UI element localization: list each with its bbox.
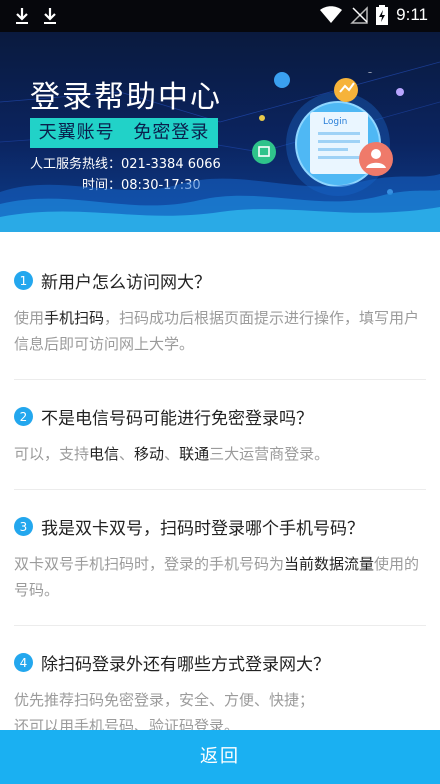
answer-text: 、 <box>119 445 135 463</box>
faq-question-text: 除扫码登录外还有哪些方式登录网大？ <box>41 655 330 675</box>
back-button[interactable]: 返回 <box>0 730 440 784</box>
highlight-text: 移动 <box>134 445 165 463</box>
download-icon <box>44 8 56 24</box>
answer-text: 三大运营商登录。 <box>209 445 330 463</box>
faq-number-badge: 3 <box>14 517 33 536</box>
answer-text: 可以，支持 <box>14 445 90 463</box>
faq-item: 1 新用户怎么访问网大？ 使用手机扫码，扫码成功后根据页面提示进行操作，填写用户… <box>14 244 426 380</box>
answer-text: 优先推荐扫码免密登录，安全、方便、快捷； <box>14 691 315 709</box>
faq-answer: 使用手机扫码，扫码成功后根据页面提示进行操作，填写用户信息后即可访问网上大学。 <box>14 305 426 357</box>
faq-question-text: 我是双卡双号，扫码时登录哪个手机号码？ <box>41 519 364 539</box>
tag-account: 天翼账号 <box>38 122 115 143</box>
login-card-label: Login <box>323 117 347 127</box>
help-banner: 登录帮助中心 天翼账号 免密登录 人工服务热线：021-3384 6066 时间… <box>0 32 440 232</box>
banner-waves <box>0 174 440 232</box>
faq-question-text: 新用户怎么访问网大？ <box>41 273 211 293</box>
status-bar: 9:11 <box>0 0 440 32</box>
clock: 9:11 <box>396 5 428 24</box>
faq-question: 3 我是双卡双号，扫码时登录哪个手机号码？ <box>14 514 426 539</box>
faq-list: 1 新用户怎么访问网大？ 使用手机扫码，扫码成功后根据页面提示进行操作，填写用户… <box>0 244 440 761</box>
banner-tag: 天翼账号 免密登录 <box>30 118 218 148</box>
faq-item: 2 不是电信号码可能进行免密登录吗？ 可以，支持电信、移动、联通三大运营商登录。 <box>14 380 426 490</box>
faq-number-badge: 4 <box>14 653 33 672</box>
banner-title: 登录帮助中心 <box>30 80 222 115</box>
faq-item: 3 我是双卡双号，扫码时登录哪个手机号码？ 双卡双号手机扫码时，登录的手机号码为… <box>14 490 426 626</box>
download-icon <box>16 8 28 24</box>
highlight-text: 手机扫码 <box>44 309 105 327</box>
faq-question-text: 不是电信号码可能进行免密登录吗？ <box>41 409 313 429</box>
highlight-text: 电信 <box>89 445 120 463</box>
answer-text: 、 <box>164 445 180 463</box>
faq-question: 1 新用户怎么访问网大？ <box>14 268 426 293</box>
no-signal-icon <box>350 6 368 24</box>
answer-text: 使用 <box>14 309 45 327</box>
answer-text: 双卡双号手机扫码时，登录的手机号码为 <box>14 555 285 573</box>
faq-number-badge: 2 <box>14 407 33 426</box>
faq-question: 2 不是电信号码可能进行免密登录吗？ <box>14 404 426 429</box>
faq-answer: 可以，支持电信、移动、联通三大运营商登录。 <box>14 441 426 467</box>
faq-answer: 双卡双号手机扫码时，登录的手机号码为当前数据流量使用的号码。 <box>14 551 426 603</box>
faq-question: 4 除扫码登录外还有哪些方式登录网大？ <box>14 650 426 675</box>
battery-charging-icon <box>376 5 389 25</box>
highlight-text: 当前数据流量 <box>284 555 375 573</box>
highlight-text: 联通 <box>179 445 210 463</box>
faq-number-badge: 1 <box>14 271 33 290</box>
wifi-icon <box>320 6 343 23</box>
tag-passwordless: 免密登录 <box>133 122 210 143</box>
